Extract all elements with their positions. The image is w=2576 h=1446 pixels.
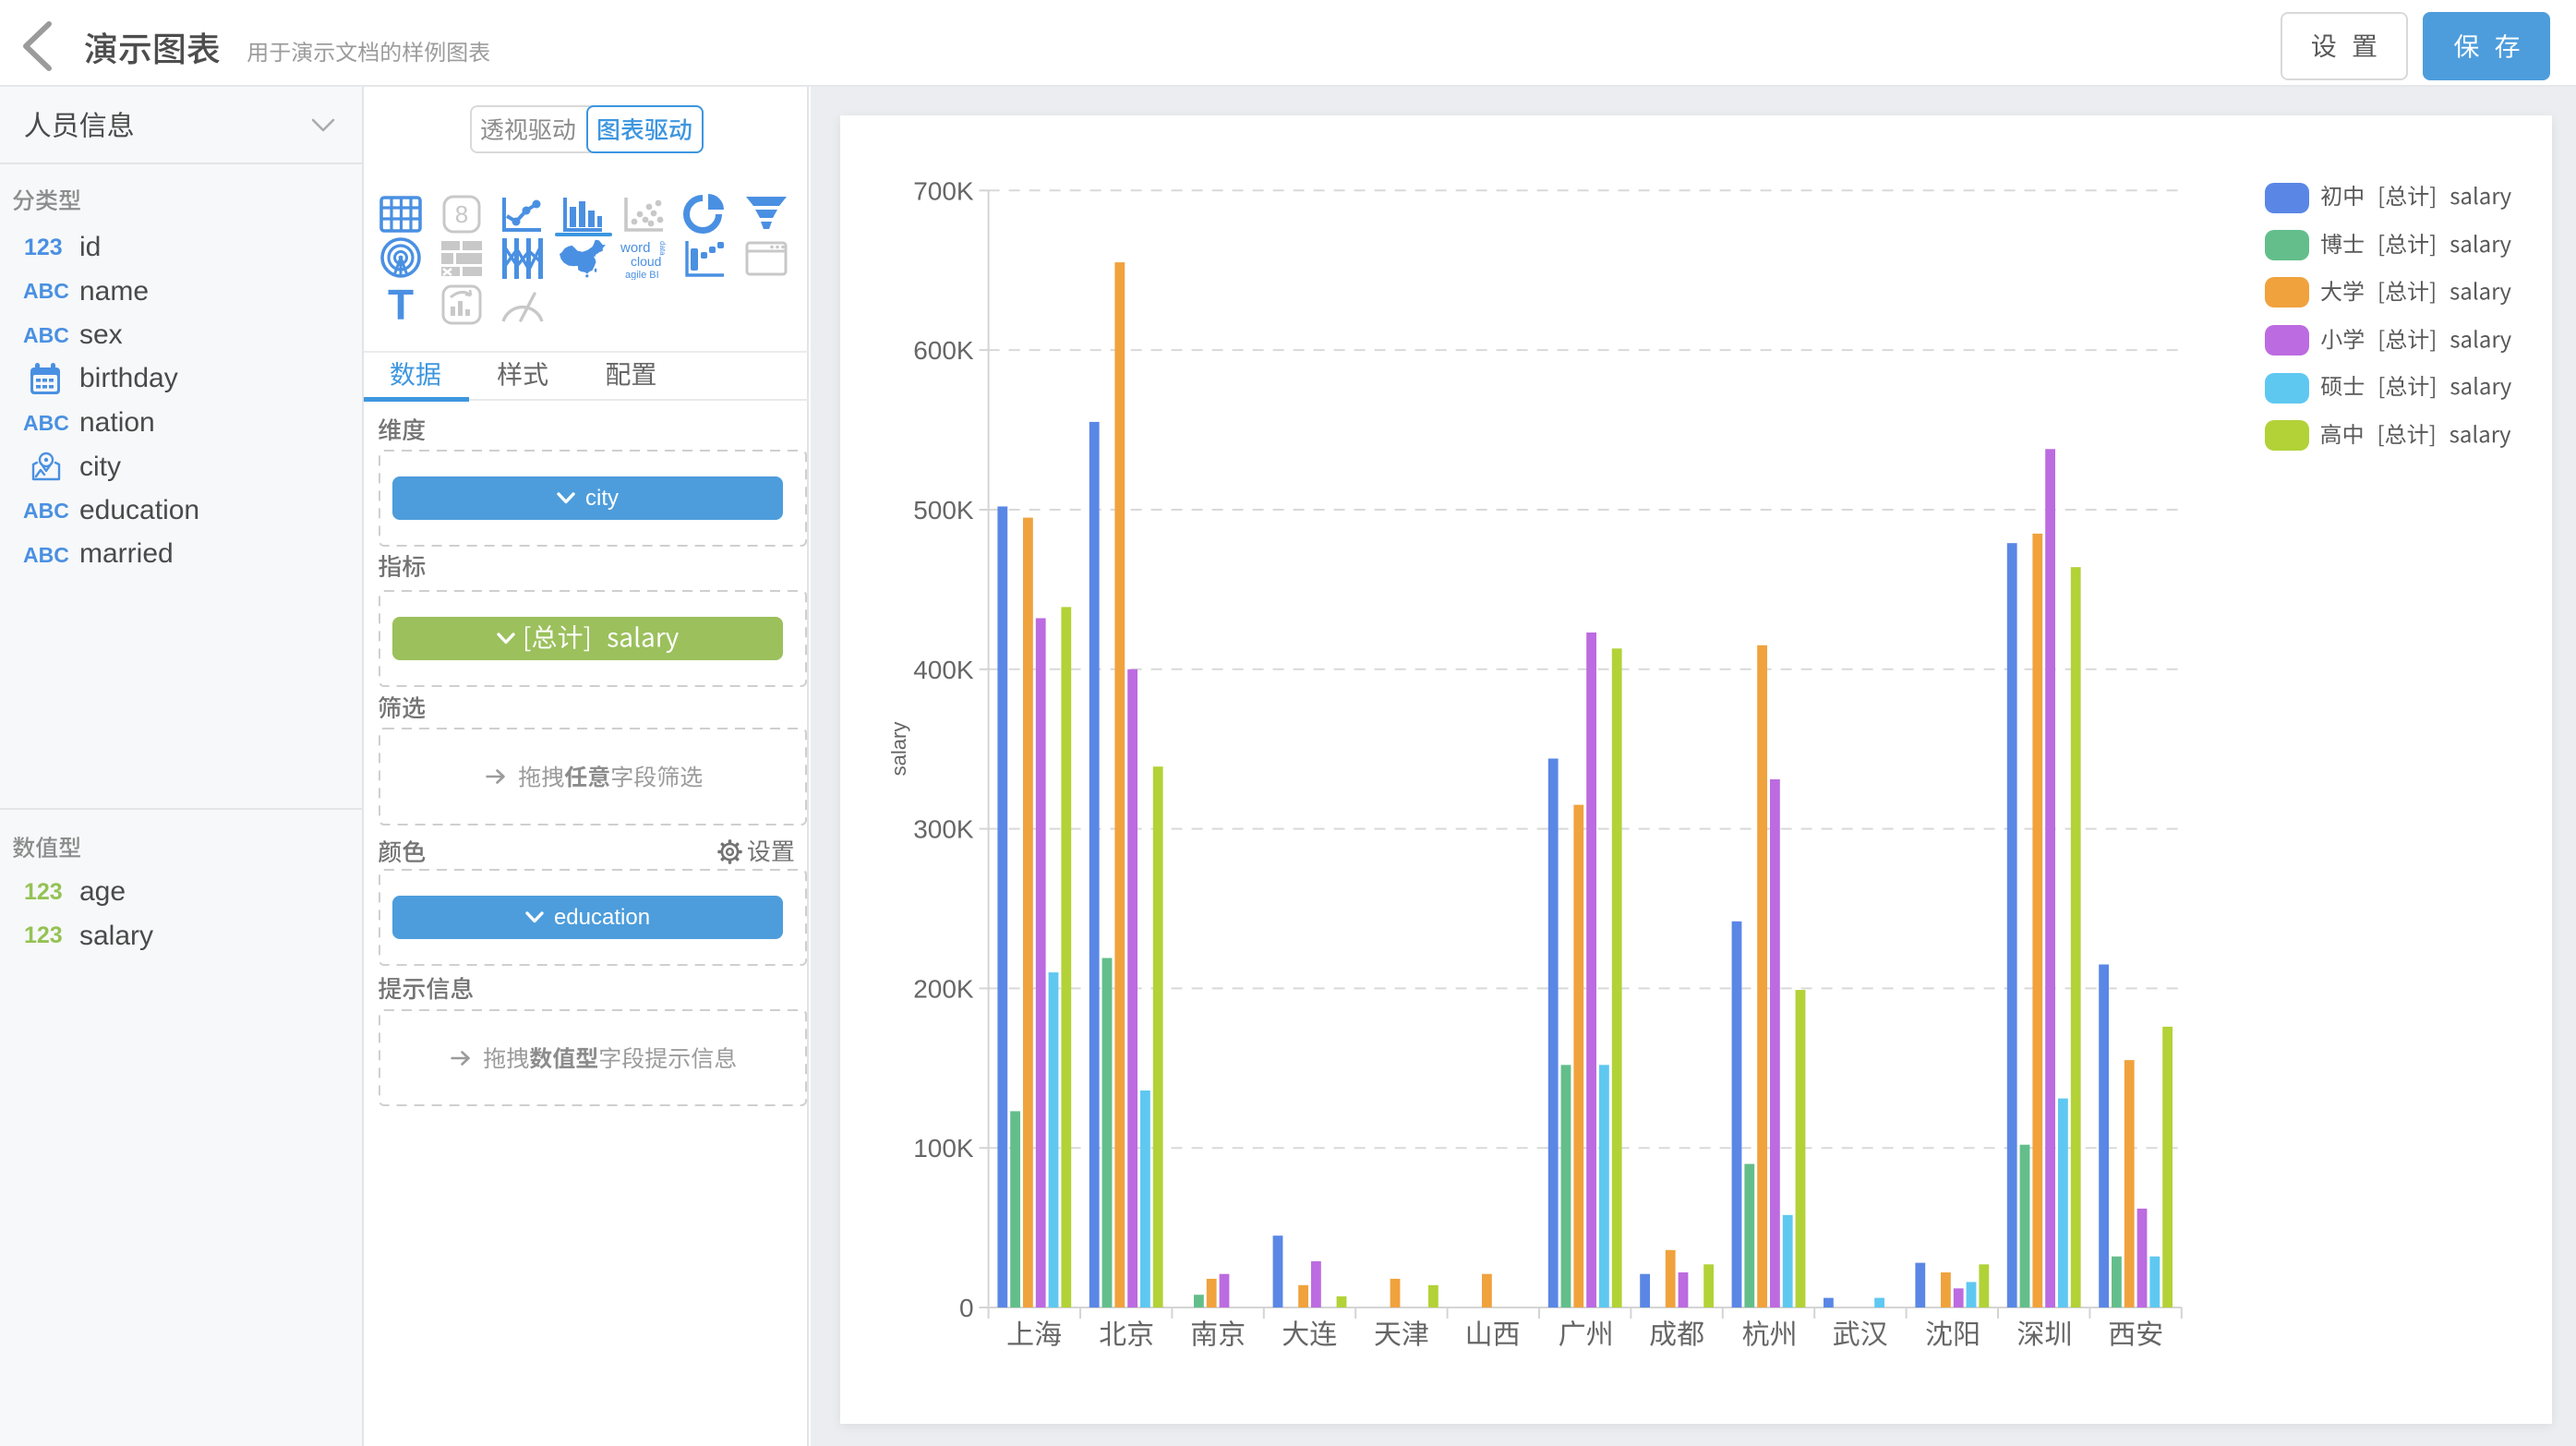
svg-text:200K: 200K <box>913 974 974 1003</box>
svg-text:500K: 500K <box>913 496 974 524</box>
svg-text:600K: 600K <box>913 336 974 365</box>
svg-text:700K: 700K <box>913 176 974 205</box>
svg-text:agile BI: agile BI <box>625 270 659 280</box>
svg-text:T: T <box>388 285 414 324</box>
svg-text:8: 8 <box>455 200 468 228</box>
svg-text:100K: 100K <box>913 1134 974 1163</box>
svg-text:0: 0 <box>959 1294 974 1322</box>
svg-text:300K: 300K <box>913 815 974 844</box>
svg-text:salary: salary <box>887 722 910 777</box>
svg-text:400K: 400K <box>913 656 974 684</box>
svg-text:cloud: cloud <box>631 254 661 269</box>
